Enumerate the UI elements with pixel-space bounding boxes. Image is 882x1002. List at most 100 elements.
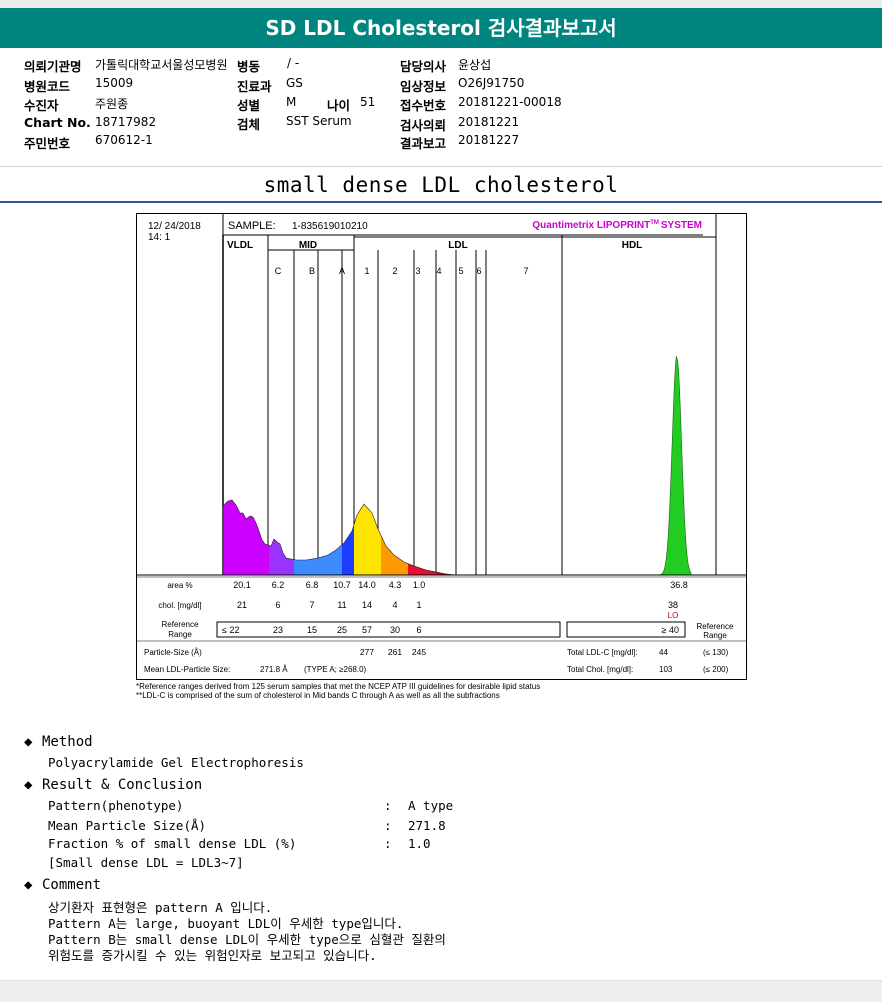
chart-no-label: Chart No. (24, 115, 91, 130)
receipt-no-value: 20181221-00018 (458, 95, 562, 109)
sample-id: 1-835619010210 (292, 221, 368, 232)
group-vldl: VLDL (227, 240, 253, 251)
chol-label: chol. [mg/dl] (158, 601, 201, 610)
band-label: 7 (523, 266, 528, 276)
sex-value: M (286, 95, 297, 109)
diamond-bullet-icon: ◆ (24, 777, 33, 793)
hdl-flag: LO (668, 611, 679, 620)
report-date-value: 20181227 (458, 133, 520, 147)
department-label: 진료과 (237, 79, 272, 94)
hdl-area: 36.8 (670, 580, 688, 590)
chol-value: 4 (392, 600, 397, 610)
hdl-chol: 38 (668, 600, 678, 610)
total-chol-label: Total Chol. [mg/dl]: (567, 665, 633, 674)
chol-value: 7 (309, 600, 314, 610)
footnote-reference: *Reference ranges derived from 125 serum… (136, 682, 541, 691)
area-value: 20.1 (233, 580, 251, 590)
sdldl-note: [Small dense LDL = LDL3~7] (48, 855, 244, 870)
area-value: 6.8 (306, 580, 319, 590)
ref-value: 6 (416, 625, 421, 635)
report-time: 14: 1 (148, 232, 171, 243)
hospital-code-label: 병원코드 (24, 79, 71, 94)
ref-first: ≤ 22 (222, 625, 239, 635)
top-strip (0, 0, 882, 8)
total-ldl-label: Total LDL-C [mg/dl]: (567, 648, 638, 657)
subtitle-underline (0, 201, 882, 203)
total-ldl-ref: (≤ 130) (703, 648, 729, 657)
ward-label: 병동 (237, 59, 261, 74)
request-date-value: 20181221 (458, 115, 520, 129)
chol-value: 1 (416, 600, 421, 610)
doctor-value: 윤상섭 (458, 58, 492, 72)
fraction-label: Fraction % of small dense LDL (%) (48, 836, 297, 851)
examinee-value: 주원종 (95, 97, 129, 111)
size-label: Particle-Size (Å) (144, 648, 202, 657)
group-ldl: LDL (448, 240, 467, 251)
diamond-bullet-icon: ◆ (24, 877, 33, 893)
system-name: Quantimetrix LIPOPRINTTM SYSTEM (532, 220, 702, 231)
footnote-ldl-c: **LDL-C is comprised of the sum of chole… (136, 691, 500, 700)
comment-heading: ◆ Comment (24, 877, 102, 893)
fraction-value: 1.0 (408, 836, 431, 851)
band-label: 4 (436, 266, 441, 276)
area-label: area % (167, 581, 192, 590)
band-label: 3 (415, 266, 420, 276)
ref-right-1: Reference (697, 622, 734, 631)
band-label: 5 (458, 266, 463, 276)
requester-value: 가톨릭대학교서울성모병원 (95, 58, 228, 72)
specimen-label: 검체 (237, 117, 261, 132)
diamond-bullet-icon: ◆ (24, 734, 33, 750)
resident-no-value: 670612-1 (95, 133, 153, 147)
info-divider (0, 166, 882, 167)
band-label: 1 (364, 266, 369, 276)
report-date: 12/ 24/2018 (148, 221, 201, 232)
total-chol-value: 103 (659, 665, 673, 674)
specimen-value: SST Serum (286, 114, 352, 128)
chol-value: 11 (337, 600, 346, 610)
sample-label: SAMPLE: (228, 220, 276, 232)
mean-size-value: 271.8 Å (260, 665, 288, 674)
ref-right-2: Range (703, 631, 727, 640)
chol-value: 14 (362, 600, 372, 610)
footnotes: *Reference ranges derived from 125 serum… (136, 682, 776, 700)
report-frame (136, 213, 747, 680)
ref-value: 30 (390, 625, 400, 635)
resident-no-label: 주민번호 (24, 136, 71, 151)
pattern-label: Pattern(phenotype) (48, 798, 184, 813)
ref-label-2: Range (168, 630, 192, 639)
method-text: Polyacrylamide Gel Electrophoresis (48, 755, 304, 770)
band-label: 2 (392, 266, 397, 276)
page-title: SD LDL Cholesterol 검사결과보고서 (0, 8, 882, 48)
report-date-label: 결과보고 (400, 136, 447, 151)
area-value: 14.0 (358, 580, 376, 590)
age-label: 나이 (327, 98, 351, 113)
particle-size: 277 (360, 647, 374, 657)
report-page: SD LDL Cholesterol 검사결과보고서 의뢰기관명 가톨릭대학교서… (0, 0, 882, 1002)
mean-size-type: (TYPE A; ≥268.0) (304, 665, 367, 674)
requester-label: 의뢰기관명 (24, 59, 82, 74)
chol-value: 21 (237, 600, 247, 610)
ref-value: 57 (362, 625, 372, 635)
pattern-value: A type (408, 798, 454, 813)
chol-value: 6 (275, 600, 280, 610)
band-label: C (275, 266, 282, 276)
band-label: B (309, 266, 315, 276)
doctor-label: 담당의사 (400, 59, 447, 74)
particle-size: 245 (412, 647, 426, 657)
chart-no-value: 18717982 (95, 115, 157, 129)
comment-line: 위험도를 증가시킬 수 있는 위험인자로 보고되고 있습니다. (48, 948, 377, 963)
sex-label: 성별 (237, 98, 261, 113)
lipoprint-chart: 12/ 24/2018 14: 1 SAMPLE: 1-835619010210… (136, 213, 747, 680)
total-chol-ref: (≤ 200) (703, 665, 729, 674)
size-value: 271.8 (408, 818, 446, 833)
mean-size-label: Mean LDL-Particle Size: (144, 665, 230, 674)
area-value: 1.0 (413, 580, 426, 590)
hdl-ref: ≥ 40 (662, 625, 679, 635)
department-value: GS (286, 76, 303, 90)
total-ldl-value: 44 (659, 648, 668, 657)
group-hdl: HDL (622, 240, 643, 251)
clinical-info-value: O26J91750 (458, 76, 525, 90)
ref-value: 23 (273, 625, 283, 635)
hospital-code-value: 15009 (95, 76, 134, 90)
area-value: 4.3 (389, 580, 402, 590)
